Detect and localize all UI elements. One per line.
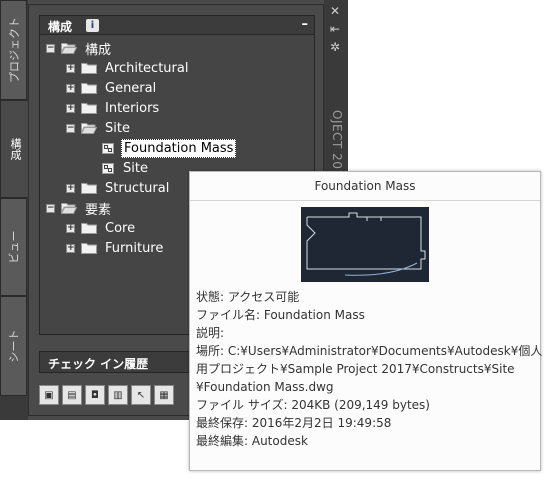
section-title: 構成 [48, 20, 73, 34]
collapse-button[interactable]: – [302, 17, 309, 32]
new-folder-icon[interactable]: ▣ [39, 385, 59, 405]
tooltip-line: 状態: アクセス可能 [196, 290, 300, 304]
tooltip-line: 最終保存: 2016年2月2日 19:49:58 [196, 416, 392, 430]
new-file-icon[interactable]: ▤ [62, 385, 82, 405]
tree-node[interactable]: + Architectural [66, 59, 190, 77]
tree-node-label: General [105, 80, 157, 96]
tree-node-label: Interiors [105, 100, 160, 116]
tree-node[interactable]: + Core [66, 219, 137, 237]
tree-node[interactable]: + General [66, 79, 158, 97]
drawing-preview-image [301, 207, 429, 282]
drawing-file-icon [101, 141, 115, 155]
tooltip-line: ファイル サイズ: 204KB (209,149 bytes) [196, 398, 430, 412]
properties-menu-icon[interactable]: ✲ [330, 40, 340, 54]
folder-open-icon [81, 122, 97, 134]
folder-icon [81, 182, 97, 194]
properties-icon[interactable]: ▦ [154, 385, 174, 405]
folder-icon [81, 102, 97, 114]
tree-node-label: Site [123, 160, 148, 176]
tree-node-label: Furniture [105, 240, 164, 256]
tree-node[interactable]: − 構成 [46, 39, 113, 58]
tab-sheets[interactable]: シート [0, 296, 27, 396]
tree-node-label: Architectural [105, 60, 189, 76]
tooltip-line: 説明: [196, 326, 225, 340]
tree-node-label: 構成 [85, 42, 112, 58]
collapse-icon[interactable]: − [46, 43, 55, 53]
tooltip-line: 用プロジェクト¥Sample Project 2017¥Constructs¥S… [196, 362, 515, 376]
vertical-tab-strip: プロジェクト 構成 ビュー シート [0, 0, 29, 420]
tree-node-label: Site [105, 120, 130, 136]
tree-node[interactable]: + Furniture [66, 239, 165, 257]
tooltip-line: ¥Foundation Mass.dwg [196, 380, 334, 394]
expand-icon[interactable]: + [66, 103, 75, 113]
folder-icon [81, 242, 97, 254]
tab-views[interactable]: ビュー [0, 198, 27, 296]
collapse-icon[interactable]: − [66, 123, 75, 133]
tree-node-label: Structural [105, 180, 170, 196]
tree-node[interactable]: − 要素 [46, 199, 113, 218]
tooltip-line: 最終編集: Autodesk [196, 434, 308, 448]
expand-icon[interactable]: + [66, 223, 75, 233]
folder-open-icon [61, 202, 77, 214]
close-icon[interactable]: ✕ [330, 4, 340, 18]
copy-icon[interactable]: ◘ [85, 385, 105, 405]
tree-node[interactable]: + Interiors [66, 99, 161, 117]
tree-node[interactable]: Site [86, 159, 150, 177]
folder-icon [81, 82, 97, 94]
tooltip-line: ファイル名: Foundation Mass [196, 308, 365, 322]
tree-node-label: Foundation Mass [121, 138, 237, 158]
expand-icon[interactable]: + [66, 83, 75, 93]
tree-node-label: Core [105, 220, 136, 236]
tooltip-details: 状態: アクセス可能ファイル名: Foundation Mass 説明: 場所: C… [196, 288, 543, 450]
info-icon[interactable]: i [86, 19, 99, 32]
tree-node[interactable]: + Structural [66, 179, 171, 197]
tab-project[interactable]: プロジェクト [0, 0, 27, 100]
drawing-file-icon [101, 161, 115, 175]
tooltip-title: Foundation Mass [190, 172, 540, 201]
tree-node-label: 要素 [85, 202, 112, 218]
autohide-icon[interactable]: ⇤ [330, 22, 340, 36]
move-icon[interactable]: ↖ [131, 385, 151, 405]
folder-icon [81, 222, 97, 234]
tooltip-line: 場所: C:¥Users¥Administrator¥Documents¥Aut… [196, 344, 543, 358]
tree-node[interactable]: Foundation Mass [86, 138, 237, 158]
collapse-icon[interactable]: − [46, 203, 55, 213]
expand-icon[interactable]: + [66, 63, 75, 73]
expand-icon[interactable]: + [66, 243, 75, 253]
clipboard-icon[interactable]: ▥ [108, 385, 128, 405]
folder-open-icon [61, 42, 77, 54]
constructs-section-header[interactable]: 構成 i – [39, 15, 315, 35]
file-info-tooltip: Foundation Mass 状態: アクセス可能ファイル名: Foundat… [189, 171, 543, 471]
tab-constructs[interactable]: 構成 [0, 100, 29, 198]
tree-node[interactable]: − Site [66, 119, 132, 137]
expand-icon[interactable]: + [66, 183, 75, 193]
folder-icon [81, 62, 97, 74]
